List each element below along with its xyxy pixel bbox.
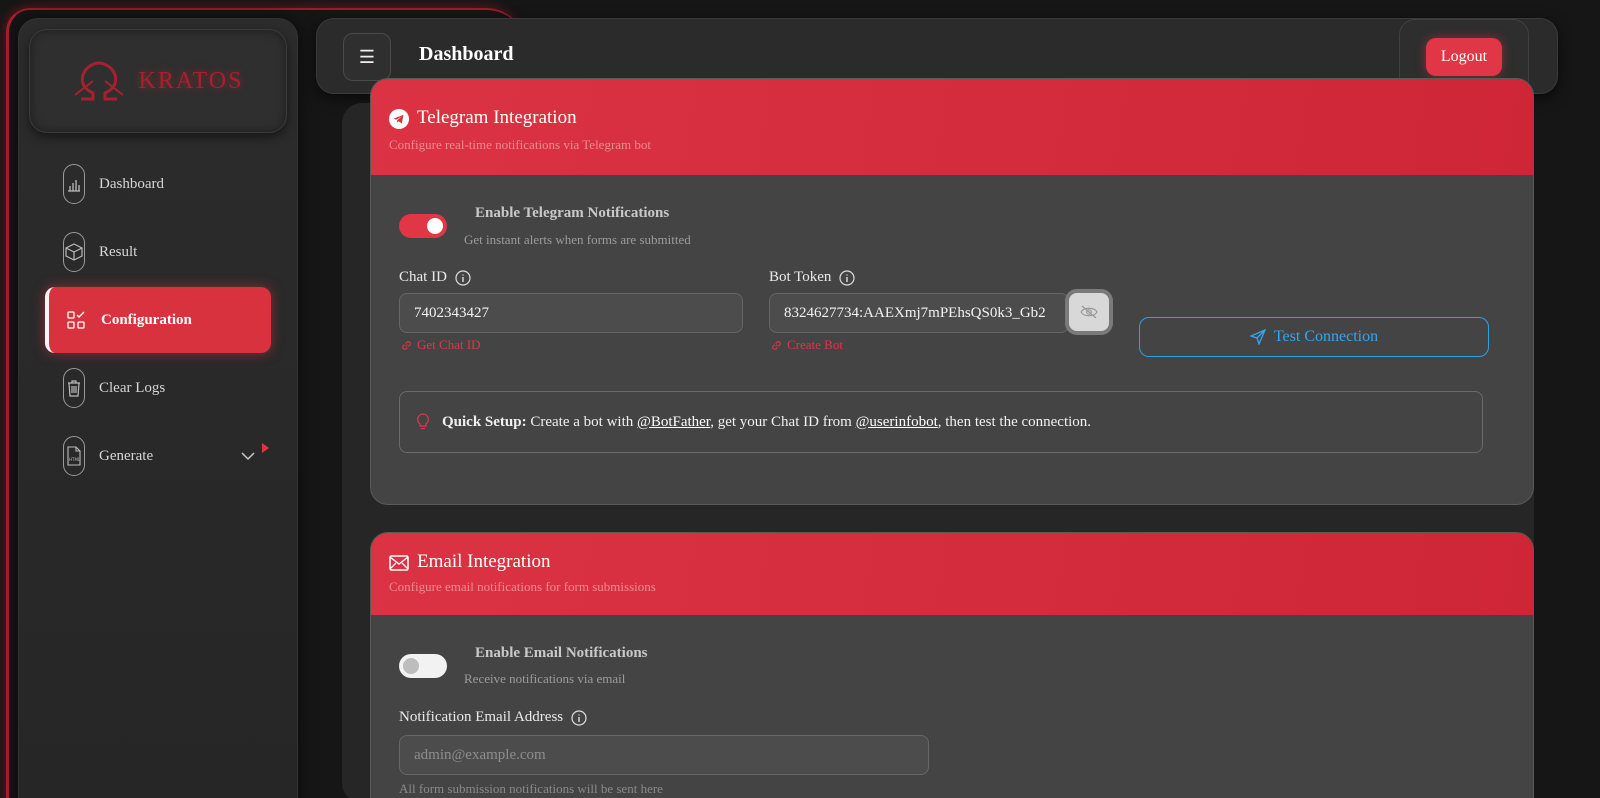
telegram-toggle-label: Enable Telegram Notifications [475, 205, 670, 221]
chat-id-label-text: Chat ID [399, 269, 447, 285]
userinfobot-link[interactable]: @userinfobot [856, 414, 938, 430]
sidebar-item-generate[interactable]: HTML Generate [47, 423, 271, 489]
email-toggle-label: Enable Email Notifications [475, 645, 648, 661]
quick-setup-text: Quick Setup: Create a bot with @BotFathe… [442, 414, 1091, 431]
chevron-down-icon[interactable] [241, 451, 255, 461]
bot-token-input[interactable]: 8324627734:AAEXmj7mPEhsQS0k3_Gb2 [769, 293, 1069, 333]
info-icon[interactable] [571, 709, 587, 726]
sidebar-item-dashboard[interactable]: Dashboard [47, 151, 271, 217]
quick-setup-t1: Create a bot with [526, 413, 637, 430]
quick-setup-banner: Quick Setup: Create a bot with @BotFathe… [399, 391, 1483, 453]
sidebar-nav: Dashboard Result Configuration Clear Log… [19, 149, 299, 491]
sidebar-item-label: Result [99, 243, 138, 260]
get-chat-id-text: Get Chat ID [417, 337, 481, 352]
grid-check-icon [65, 300, 87, 340]
email-enable-toggle[interactable] [399, 654, 447, 678]
telegram-enable-toggle[interactable] [399, 214, 447, 238]
sidebar-item-clear-logs[interactable]: Clear Logs [47, 355, 271, 421]
bar-chart-icon [63, 164, 85, 204]
hamburger-icon: ☰ [358, 46, 376, 67]
info-icon[interactable] [455, 269, 471, 286]
test-connection-label: Test Connection [1273, 328, 1379, 345]
email-hint: All form submission notifications will b… [399, 781, 663, 796]
create-bot-link[interactable]: Create Bot [771, 337, 843, 353]
quick-setup-t3: , then test the connection. [937, 413, 1092, 430]
telegram-title: Telegram Integration [417, 107, 577, 128]
link-icon [772, 340, 781, 350]
email-title: Email Integration [417, 551, 551, 572]
email-card-header: Email Integration Configure email notifi… [371, 533, 1533, 615]
telegram-icon [389, 109, 409, 129]
telegram-card: Telegram Integration Configure real-time… [370, 78, 1534, 505]
send-icon [1249, 329, 1266, 345]
email-toggle-sub: Receive notifications via email [464, 671, 626, 686]
logo: KRATOS [29, 29, 287, 133]
botfather-link[interactable]: @BotFather [637, 414, 710, 430]
chat-id-label: Chat ID [399, 269, 471, 286]
svg-text:HTML: HTML [69, 457, 81, 462]
quick-setup-bold: Quick Setup: [442, 413, 527, 430]
lightbulb-icon [417, 413, 429, 430]
page-title: Dashboard [419, 43, 514, 65]
telegram-toggle-sub: Get instant alerts when forms are submit… [464, 232, 691, 247]
mail-icon [389, 555, 409, 571]
chat-id-input[interactable]: 7402343427 [399, 293, 743, 333]
email-subtitle: Configure email notifications for form s… [389, 579, 656, 594]
create-bot-text: Create Bot [787, 337, 843, 352]
email-address-label-text: Notification Email Address [399, 709, 564, 725]
sidebar-item-configuration[interactable]: Configuration [45, 287, 271, 353]
html-file-icon: HTML [63, 436, 85, 476]
email-card: Email Integration Configure email notifi… [370, 532, 1534, 798]
menu-toggle-button[interactable]: ☰ [343, 33, 391, 81]
eye-off-icon [1080, 305, 1098, 319]
telegram-card-header: Telegram Integration Configure real-time… [371, 79, 1533, 175]
omega-logo-icon [73, 61, 124, 101]
sidebar-item-result[interactable]: Result [47, 219, 271, 285]
telegram-subtitle: Configure real-time notifications via Te… [389, 137, 652, 152]
sidebar: KRATOS Dashboard Result Configuration Cl… [18, 18, 298, 798]
link-icon [402, 340, 411, 350]
toggle-visibility-button[interactable] [1065, 289, 1113, 335]
caret-right-icon [262, 443, 269, 453]
cube-icon [63, 232, 85, 272]
email-address-label: Notification Email Address [399, 709, 587, 726]
sidebar-item-label: Generate [99, 447, 154, 464]
sidebar-item-label: Clear Logs [99, 379, 166, 396]
get-chat-id-link[interactable]: Get Chat ID [401, 337, 481, 353]
logout-button[interactable]: Logout [1426, 38, 1502, 76]
quick-setup-t2: , get your Chat ID from [710, 413, 856, 430]
info-icon[interactable] [839, 269, 856, 286]
sidebar-item-label: Configuration [101, 311, 192, 328]
trash-icon [63, 368, 85, 408]
bot-token-label: Bot Token [769, 269, 856, 286]
test-connection-button[interactable]: Test Connection [1139, 317, 1489, 357]
brand-name: KRATOS [138, 67, 244, 94]
email-address-input[interactable]: admin@example.com [399, 735, 929, 775]
bot-token-label-text: Bot Token [769, 269, 832, 285]
sidebar-item-label: Dashboard [99, 175, 164, 192]
